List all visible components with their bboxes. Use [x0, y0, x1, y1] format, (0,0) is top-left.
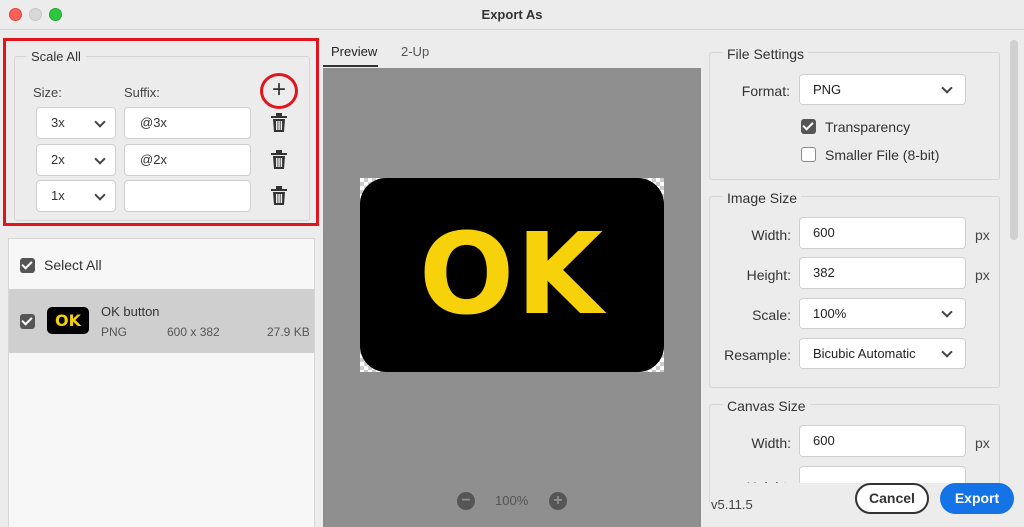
window-title: Export As — [481, 7, 543, 22]
resample-value: Bicubic Automatic — [813, 346, 916, 361]
settings-scrollbar[interactable] — [1010, 40, 1018, 240]
asset-thumbnail: OK — [47, 307, 89, 334]
suffix-column-label: Suffix: — [124, 85, 160, 100]
version-label: v5.11.5 — [711, 497, 753, 512]
zoom-level: 100% — [495, 493, 529, 508]
image-size-legend: Image Size — [723, 190, 802, 206]
chevron-down-icon — [941, 346, 953, 358]
canvas-width-label: Width: — [751, 435, 791, 451]
format-label: Format: — [741, 83, 790, 99]
select-all-checkbox[interactable] — [20, 258, 35, 273]
title-bar: Export As — [0, 0, 1024, 30]
list-item[interactable]: OK OK button PNG 600 x 382 27.9 KB — [9, 289, 314, 353]
dialog-body: Scale All Size: Suffix: + 3x @3x 2x @2x … — [0, 30, 1024, 527]
canvas-size-legend: Canvas Size — [723, 398, 810, 414]
chevron-down-icon — [94, 116, 106, 128]
asset-format: PNG — [101, 325, 128, 339]
canvas-width-unit: px — [975, 435, 990, 451]
asset-name: OK button — [101, 304, 160, 319]
select-all-label[interactable]: Select All — [44, 257, 102, 273]
image-width-input[interactable]: 600 — [799, 217, 966, 249]
transparency-checkerboard: OK — [360, 178, 664, 372]
chevron-down-icon — [941, 306, 953, 318]
canvas-height-label: Height: — [720, 474, 791, 483]
asset-file-size: 27.9 KB — [267, 325, 310, 339]
zoom-out-button[interactable]: − — [457, 492, 475, 510]
smaller-file-checkbox[interactable] — [801, 147, 816, 162]
scale-size-select[interactable]: 2x — [36, 144, 116, 176]
asset-list: Select All OK OK button PNG 600 x 382 27… — [8, 238, 315, 527]
tab-2-up[interactable]: 2-Up — [401, 44, 429, 59]
resample-select[interactable]: Bicubic Automatic — [799, 338, 966, 369]
scale-size-select[interactable]: 3x — [36, 107, 116, 139]
scale-select[interactable]: 100% — [799, 298, 966, 329]
size-column-label: Size: — [33, 85, 62, 100]
scale-suffix-input[interactable]: @3x — [124, 107, 251, 139]
canvas-width-input[interactable]: 600 — [799, 425, 966, 457]
tab-preview[interactable]: Preview — [331, 44, 377, 59]
canvas-height-unit: px — [975, 474, 990, 483]
width-unit: px — [975, 227, 990, 243]
canvas-height-input[interactable] — [799, 466, 966, 483]
add-scale-button[interactable]: + — [260, 73, 298, 109]
smaller-file-label[interactable]: Smaller File (8-bit) — [825, 147, 939, 163]
scale-label: Scale: — [752, 307, 791, 323]
transparency-checkbox[interactable] — [801, 119, 816, 134]
asset-dimensions: 600 x 382 — [167, 325, 220, 339]
height-label: Height: — [746, 267, 791, 283]
chevron-down-icon — [94, 153, 106, 165]
width-label: Width: — [751, 227, 791, 243]
scale-size-value: 3x — [51, 115, 65, 130]
cancel-button[interactable]: Cancel — [855, 483, 929, 514]
active-tab-indicator — [323, 65, 378, 67]
export-button[interactable]: Export — [940, 483, 1014, 514]
asset-checkbox[interactable] — [20, 314, 35, 329]
trash-icon[interactable] — [270, 113, 288, 133]
format-value: PNG — [813, 82, 842, 97]
trash-icon[interactable] — [270, 150, 288, 170]
scale-all-legend: Scale All — [26, 49, 86, 64]
zoom-in-button[interactable]: + — [549, 492, 567, 510]
transparency-label[interactable]: Transparency — [825, 119, 910, 135]
scale-size-value: 1x — [51, 188, 65, 203]
format-select[interactable]: PNG — [799, 74, 966, 105]
scale-size-select[interactable]: 1x — [36, 180, 116, 212]
resample-label: Resample: — [724, 347, 791, 363]
scale-suffix-input[interactable] — [124, 180, 251, 212]
scale-value: 100% — [813, 306, 847, 321]
file-settings-legend: File Settings — [723, 46, 809, 62]
preview-area: OK — [323, 68, 701, 527]
chevron-down-icon — [94, 189, 106, 201]
scale-size-value: 2x — [51, 152, 65, 167]
preview-image: OK — [360, 178, 664, 372]
height-unit: px — [975, 267, 990, 283]
trash-icon[interactable] — [270, 186, 288, 206]
image-height-input[interactable]: 382 — [799, 257, 966, 289]
scale-suffix-input[interactable]: @2x — [124, 144, 251, 176]
scale-all-highlight: Scale All Size: Suffix: + 3x @3x 2x @2x … — [3, 38, 319, 226]
chevron-down-icon — [941, 82, 953, 94]
